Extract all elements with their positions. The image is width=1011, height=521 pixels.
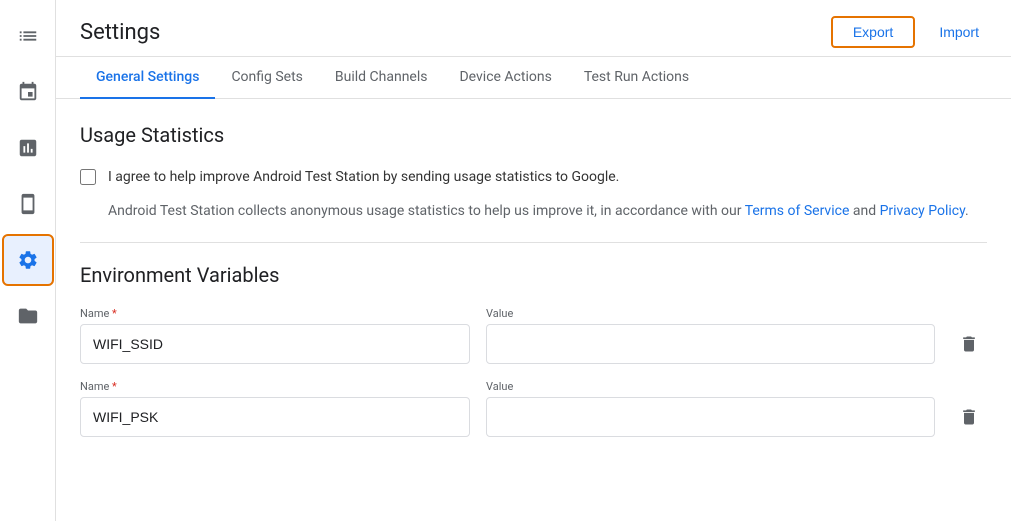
env-row-2-value-label: Value xyxy=(486,380,935,393)
env-row-1-delete-button[interactable] xyxy=(951,326,987,362)
sidebar-item-device[interactable] xyxy=(4,180,52,228)
terms-of-service-link[interactable]: Terms of Service xyxy=(745,203,850,219)
env-row-1-value-label: Value xyxy=(486,307,935,320)
usage-statistics-info: Android Test Station collects anonymous … xyxy=(108,200,987,222)
env-row-2-value-input[interactable] xyxy=(486,397,935,437)
tab-config-sets[interactable]: Config Sets xyxy=(215,57,318,99)
page-title: Settings xyxy=(80,20,160,45)
sidebar-item-analytics[interactable] xyxy=(4,124,52,172)
env-row-1-value-input[interactable] xyxy=(486,324,935,364)
info-text-prefix: Android Test Station collects anonymous … xyxy=(108,203,745,219)
header: Settings Export Import xyxy=(56,0,1011,57)
env-row-2-name-input[interactable] xyxy=(80,397,470,437)
environment-variables-section: Environment Variables Name * Value xyxy=(80,263,987,437)
env-row-1-name-label: Name * xyxy=(80,307,470,320)
tab-build-channels[interactable]: Build Channels xyxy=(319,57,444,99)
env-row-2-delete-button[interactable] xyxy=(951,399,987,435)
info-period: . xyxy=(965,203,969,219)
privacy-policy-link[interactable]: Privacy Policy xyxy=(880,203,965,219)
env-row-2-value-group: Value xyxy=(486,380,935,437)
content-area: Usage Statistics I agree to help improve… xyxy=(56,99,1011,521)
tab-device-actions[interactable]: Device Actions xyxy=(443,57,567,99)
tab-test-run-actions[interactable]: Test Run Actions xyxy=(568,57,705,99)
info-conjunction: and xyxy=(849,203,879,219)
sidebar xyxy=(0,0,56,521)
tab-general-settings[interactable]: General Settings xyxy=(80,57,215,99)
env-row-1-name-input[interactable] xyxy=(80,324,470,364)
import-button[interactable]: Import xyxy=(931,18,987,46)
env-row-1-name-group: Name * xyxy=(80,307,470,364)
usage-statistics-checkbox[interactable] xyxy=(80,169,96,185)
section-divider xyxy=(80,242,987,243)
sidebar-item-tasks[interactable] xyxy=(4,12,52,60)
env-row-2-name-group: Name * xyxy=(80,380,470,437)
sidebar-item-folder[interactable] xyxy=(4,292,52,340)
env-row-1: Name * Value xyxy=(80,307,987,364)
main-content: Settings Export Import General Settings … xyxy=(56,0,1011,521)
header-actions: Export Import xyxy=(831,16,987,48)
env-row-1-value-group: Value xyxy=(486,307,935,364)
usage-statistics-checkbox-row: I agree to help improve Android Test Sta… xyxy=(80,167,987,188)
env-row-2: Name * Value xyxy=(80,380,987,437)
env-row-2-name-label: Name * xyxy=(80,380,470,393)
sidebar-item-calendar[interactable] xyxy=(4,68,52,116)
usage-statistics-title: Usage Statistics xyxy=(80,123,987,147)
export-button[interactable]: Export xyxy=(831,16,915,48)
tabs-bar: General Settings Config Sets Build Chann… xyxy=(56,57,1011,99)
sidebar-item-settings[interactable] xyxy=(4,236,52,284)
environment-variables-title: Environment Variables xyxy=(80,263,987,287)
usage-statistics-label[interactable]: I agree to help improve Android Test Sta… xyxy=(108,167,619,188)
